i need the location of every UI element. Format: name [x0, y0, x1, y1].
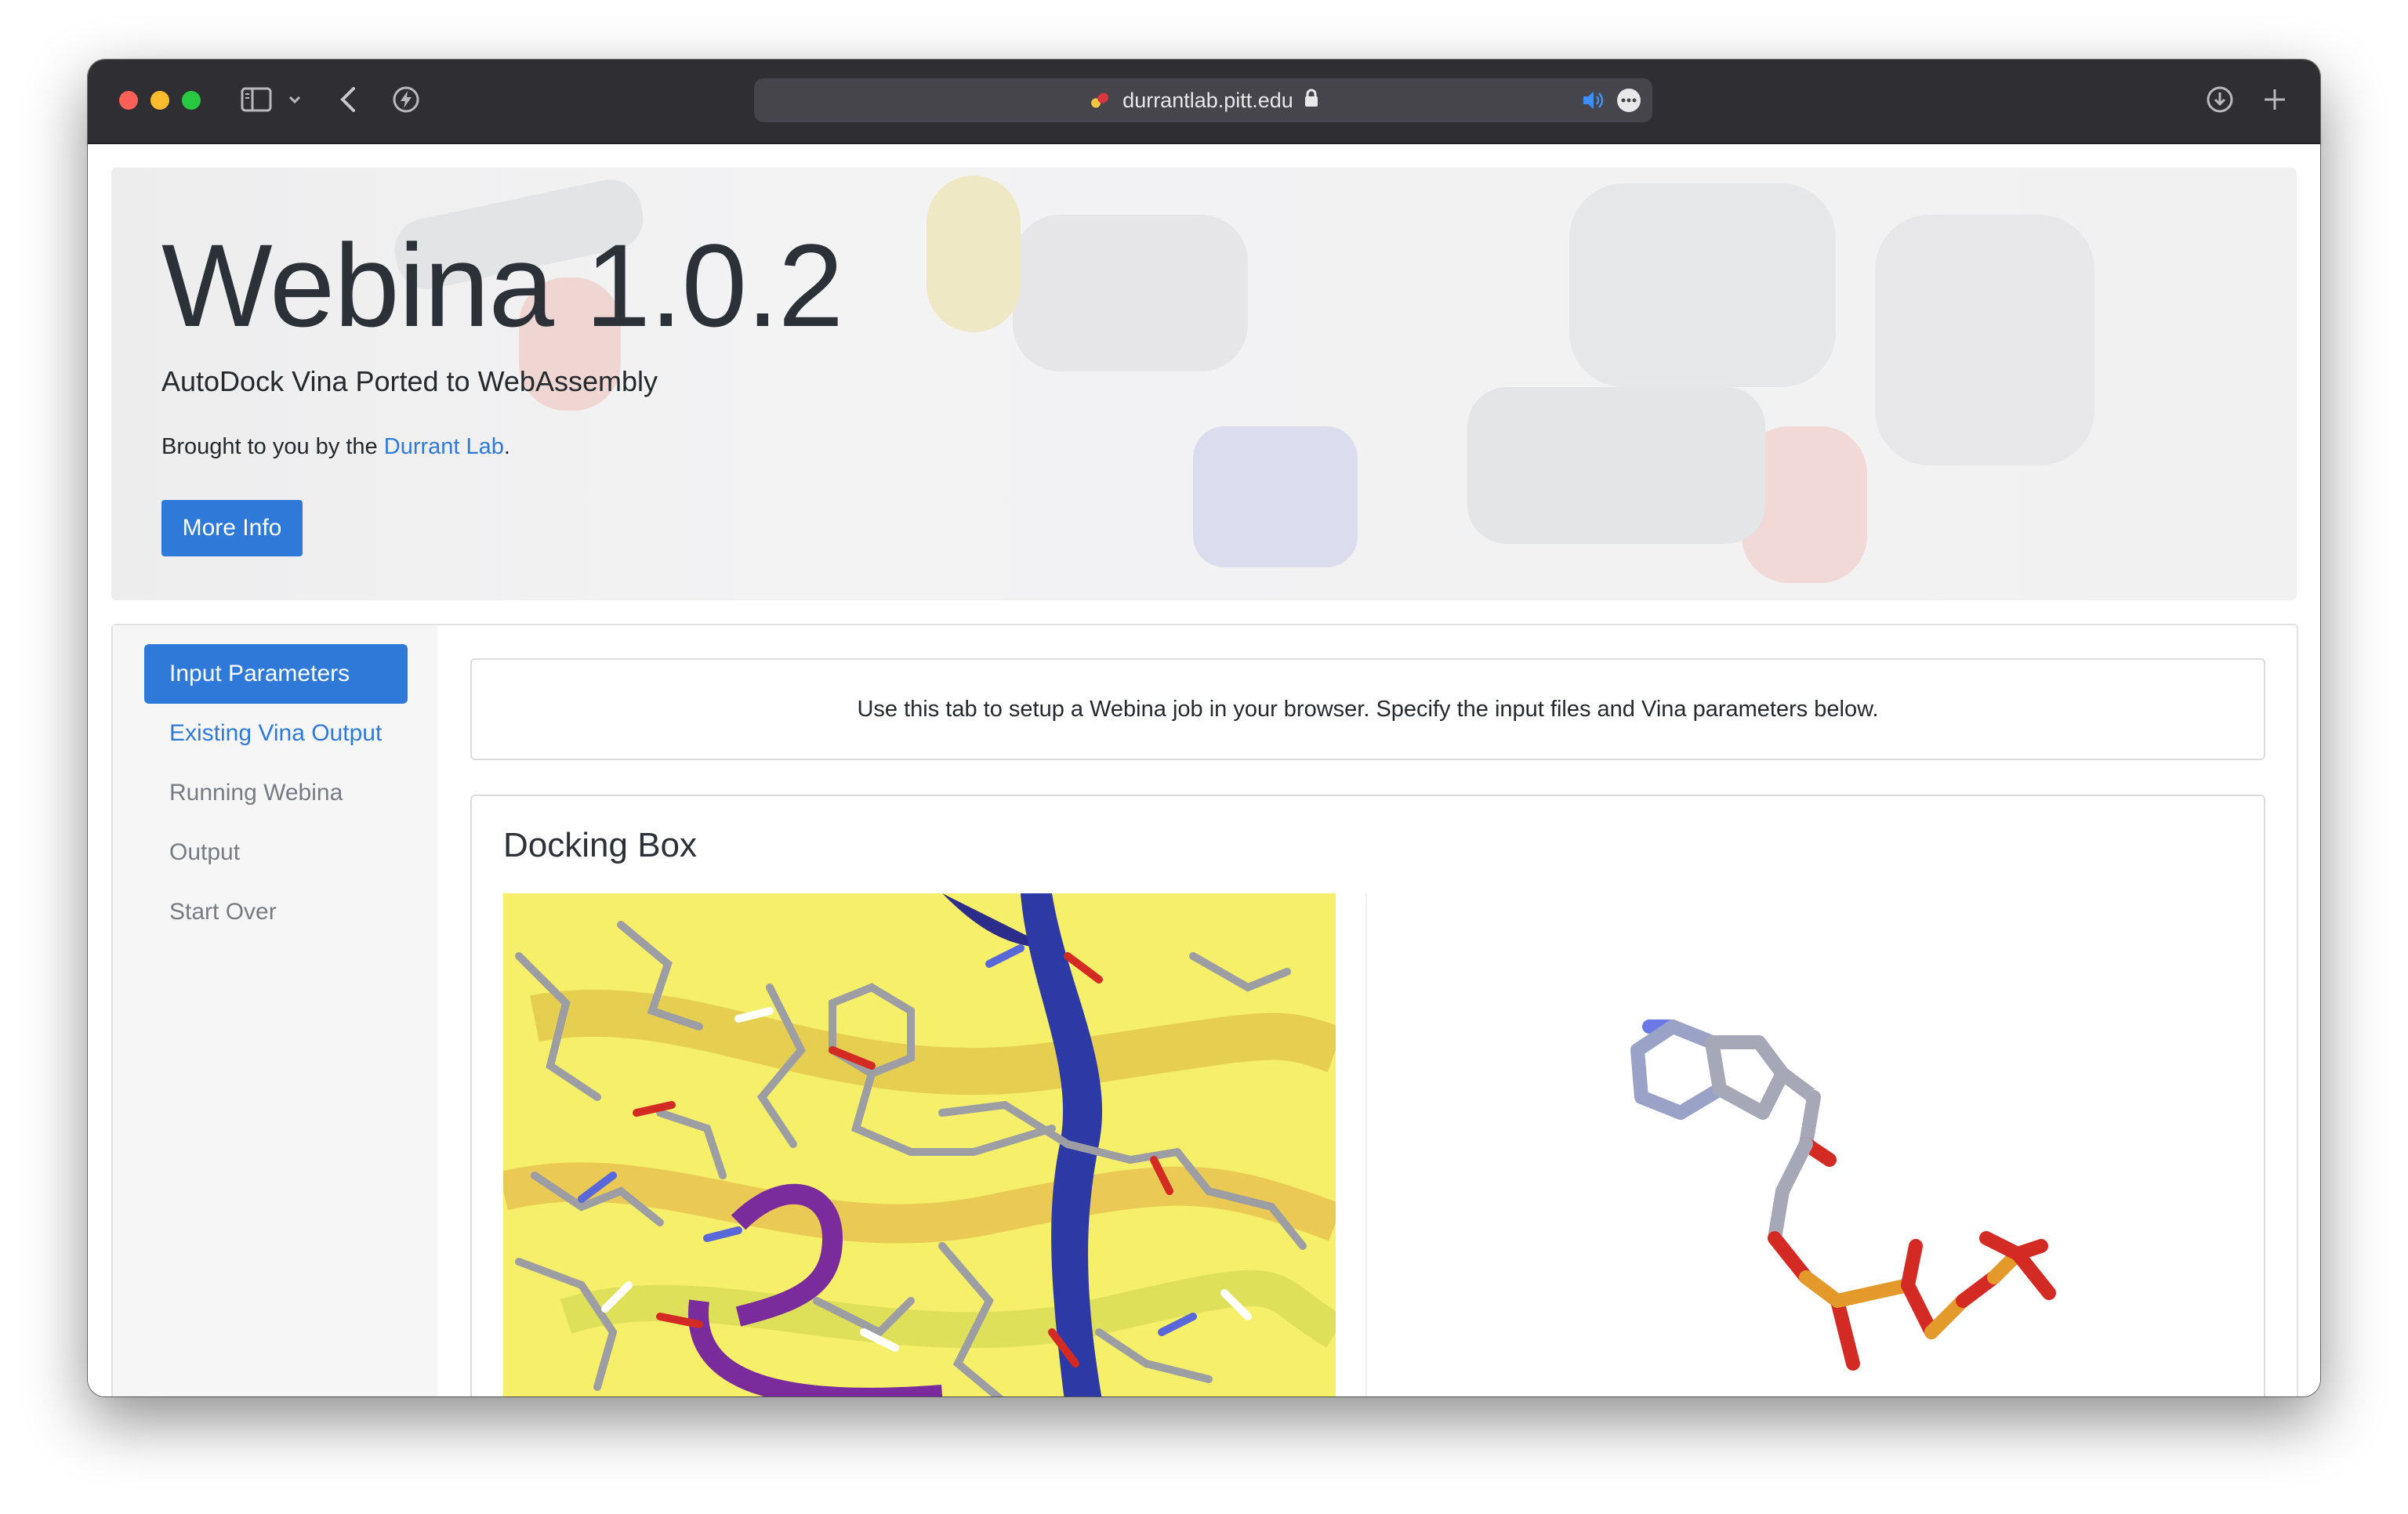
ligand-3d-viewer[interactable]	[1365, 893, 2229, 1396]
browser-window: durrantlab.pitt.edu Webina 1.0.2 AutoDoc…	[88, 60, 2320, 1396]
new-tab-icon[interactable]	[2259, 81, 2290, 118]
sidebar-nav: Input Parameters Existing Vina Output Ru…	[113, 625, 437, 1396]
docking-box-title: Docking Box	[503, 826, 698, 864]
download-icon[interactable]	[2204, 81, 2236, 118]
credit-line: Brought to you by the Durrant Lab.	[161, 434, 510, 460]
receptor-3d-viewer[interactable]	[503, 893, 1336, 1396]
more-info-button[interactable]: More Info	[161, 500, 303, 556]
address-bar[interactable]: durrantlab.pitt.edu	[754, 78, 1652, 122]
page-title: Webina 1.0.2	[161, 219, 843, 351]
page-subtitle: AutoDock Vina Ported to WebAssembly	[161, 365, 658, 397]
sidebar-toggle-icon[interactable]	[238, 81, 274, 118]
lock-icon	[1304, 89, 1318, 113]
tab-existing-vina-output[interactable]: Existing Vina Output	[144, 704, 408, 763]
browser-toolbar: durrantlab.pitt.edu	[88, 60, 2320, 144]
intro-text: Use this tab to setup a Webina job in yo…	[857, 696, 1879, 722]
chevron-down-icon[interactable]	[285, 81, 304, 118]
speaker-icon[interactable]	[1582, 89, 1605, 115]
zoom-window-button[interactable]	[182, 91, 201, 110]
back-icon[interactable]	[335, 81, 361, 118]
tab-input-parameters[interactable]: Input Parameters	[144, 644, 408, 704]
tab-output: Output	[169, 839, 241, 865]
site-favicon-icon	[1088, 89, 1112, 112]
docking-box-card: Docking Box	[470, 795, 2265, 1396]
tab-running-webina: Running Webina	[169, 780, 343, 806]
address-url: durrantlab.pitt.edu	[1122, 88, 1293, 112]
more-options-icon[interactable]	[1616, 88, 1641, 117]
credit-suffix: .	[503, 434, 510, 459]
credit-prefix: Brought to you by the	[161, 434, 384, 459]
minimize-window-button[interactable]	[150, 91, 169, 110]
durrant-lab-link[interactable]: Durrant Lab	[384, 434, 504, 459]
main-panel: Input Parameters Existing Vina Output Ru…	[111, 624, 2298, 1396]
intro-card: Use this tab to setup a Webina job in yo…	[470, 658, 2265, 760]
lightning-icon[interactable]	[390, 81, 422, 118]
tab-start-over: Start Over	[169, 899, 277, 925]
close-window-button[interactable]	[119, 91, 138, 110]
header-jumbotron: Webina 1.0.2 AutoDock Vina Ported to Web…	[111, 168, 2297, 600]
page-content: Webina 1.0.2 AutoDock Vina Ported to Web…	[88, 144, 2320, 1396]
